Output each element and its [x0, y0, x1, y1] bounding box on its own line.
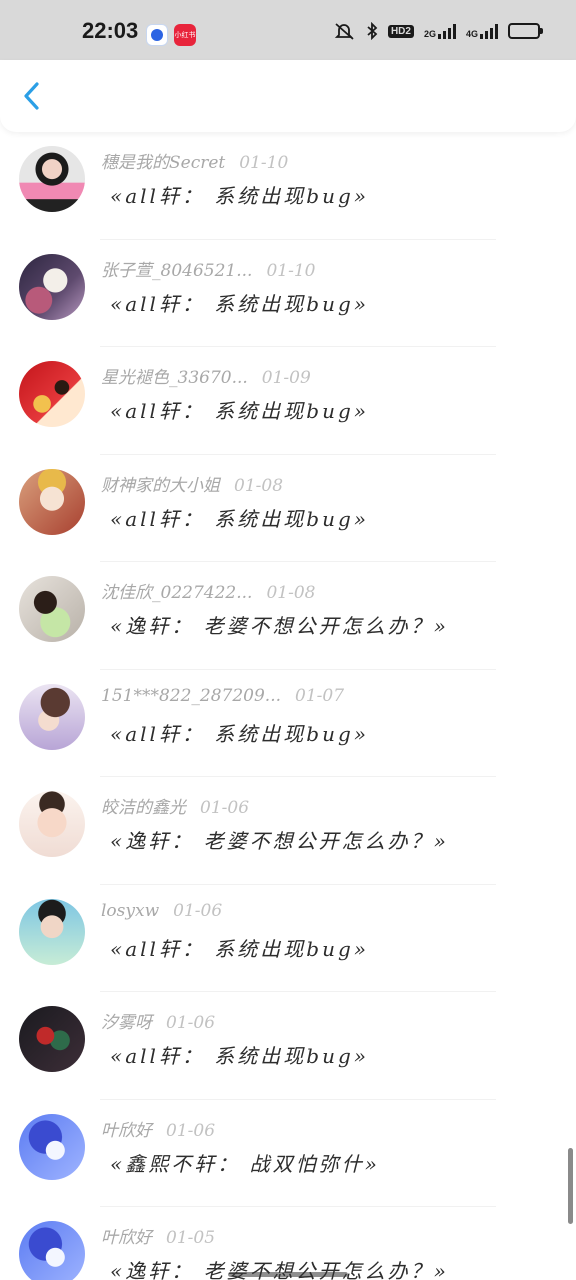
user-name[interactable]: 星光褪色_33670... — [101, 368, 248, 388]
user-avatar[interactable] — [19, 898, 85, 965]
user-name[interactable]: 叶欣好 — [101, 1121, 152, 1141]
network-4g-label: 4G — [465, 29, 478, 39]
user-name[interactable]: 穗是我的Secret — [101, 153, 225, 173]
comment-text[interactable]: «all轩： 系统出现bug» — [110, 503, 369, 532]
comment-item[interactable]: 叶欣好 01-06 «鑫熙不轩： 战双怕弥什» — [0, 1100, 576, 1207]
comment-meta: 151***822_287209... 01-07 — [101, 686, 344, 706]
user-avatar[interactable] — [19, 253, 85, 320]
user-avatar[interactable] — [19, 576, 85, 642]
comment-item[interactable]: 151***822_287209... 01-07 «all轩： 系统出现bug» — [0, 670, 576, 777]
user-avatar[interactable] — [19, 1221, 85, 1280]
comment-item[interactable]: 张子萱_8046521... 01-10 «all轩： 系统出现bug» — [0, 240, 576, 347]
comment-text[interactable]: «all轩： 系统出现bug» — [110, 180, 369, 209]
top-nav-bar — [0, 60, 576, 132]
comment-item[interactable]: 穗是我的Secret 01-10 «all轩： 系统出现bug» — [0, 132, 576, 240]
comment-date: 01-06 — [173, 900, 223, 921]
comment-item[interactable]: 星光褪色_33670... 01-09 «all轩： 系统出现bug» — [0, 347, 576, 455]
bluetooth-icon — [367, 22, 378, 40]
user-avatar[interactable] — [19, 1006, 85, 1072]
comment-date: 01-09 — [261, 368, 311, 388]
comment-item[interactable]: 汐雾呀 01-06 «all轩： 系统出现bug» — [0, 992, 576, 1100]
xiaohongshu-app-icon: 小红书 — [174, 24, 196, 46]
comment-date: 01-06 — [166, 1013, 216, 1033]
user-name[interactable]: 张子萱_8046521... — [101, 261, 252, 281]
comment-item[interactable]: 叶欣好 01-05 «逸轩： 老婆不想公开怎么办？» — [0, 1207, 576, 1280]
back-button[interactable] — [14, 78, 50, 114]
comment-date: 01-07 — [295, 685, 345, 706]
comment-meta: 汐雾呀 01-06 — [101, 1008, 215, 1033]
comment-text[interactable]: «all轩： 系统出现bug» — [110, 395, 369, 424]
comment-text[interactable]: «all轩： 系统出现bug» — [110, 718, 369, 747]
user-name[interactable]: 沈佳欣_0227422... — [101, 583, 252, 603]
user-name[interactable]: 皎洁的鑫光 — [101, 798, 186, 818]
user-avatar[interactable] — [19, 468, 85, 535]
chevron-left-icon — [24, 82, 39, 110]
user-name[interactable]: 汐雾呀 — [101, 1013, 152, 1033]
comment-text[interactable]: «all轩： 系统出现bug» — [110, 933, 369, 962]
status-time: 22:03 — [82, 18, 139, 43]
status-bar: 22:03 小红书 HD2 2G 4G — [0, 0, 576, 60]
baidu-app-icon — [146, 24, 168, 46]
comment-date: 01-10 — [266, 260, 316, 281]
comment-meta: 穗是我的Secret 01-10 — [101, 148, 288, 173]
hd-voice-badge: HD2 — [387, 24, 414, 38]
user-name[interactable]: 151***822_287209... — [101, 686, 281, 706]
comment-item[interactable]: losyxw 01-06 «all轩： 系统出现bug» — [0, 885, 576, 992]
signal-2g: 2G — [424, 23, 456, 39]
user-name[interactable]: losyxw — [101, 901, 159, 921]
user-avatar[interactable] — [19, 146, 85, 212]
user-avatar[interactable] — [19, 791, 85, 857]
network-2g-label: 2G — [423, 29, 436, 39]
status-icons: HD2 2G 4G — [334, 22, 543, 40]
signal-4g: 4G — [466, 23, 498, 39]
comment-meta: 张子萱_8046521... 01-10 — [101, 256, 315, 281]
comment-date: 01-10 — [239, 153, 289, 173]
user-name[interactable]: 财神家的大小姐 — [101, 476, 220, 496]
comment-meta: 沈佳欣_0227422... 01-08 — [101, 578, 315, 603]
comment-text[interactable]: «逸轩： 老婆不想公开怎么办？» — [110, 610, 449, 639]
comment-text[interactable]: «逸轩： 老婆不想公开怎么办？» — [110, 825, 449, 854]
comment-date: 01-08 — [266, 583, 316, 603]
comment-date: 01-05 — [166, 1228, 216, 1248]
comment-text[interactable]: «all轩： 系统出现bug» — [110, 1040, 369, 1069]
comment-date: 01-08 — [234, 475, 284, 496]
user-name[interactable]: 叶欣好 — [101, 1228, 152, 1248]
comment-meta: 叶欣好 01-05 — [101, 1223, 215, 1248]
comment-item[interactable]: 沈佳欣_0227422... 01-08 «逸轩： 老婆不想公开怎么办？» — [0, 562, 576, 670]
comment-meta: 财神家的大小姐 01-08 — [101, 471, 283, 496]
comment-date: 01-06 — [166, 1120, 216, 1141]
user-avatar[interactable] — [19, 1113, 85, 1180]
comment-meta: 叶欣好 01-06 — [101, 1116, 215, 1141]
battery-icon — [508, 23, 543, 39]
comment-date: 01-06 — [200, 798, 250, 818]
home-indicator[interactable] — [228, 1272, 348, 1277]
comment-meta: losyxw 01-06 — [101, 901, 222, 921]
scrollbar[interactable] — [568, 1148, 573, 1224]
comment-text[interactable]: «all轩： 系统出现bug» — [110, 288, 369, 317]
mute-bell-icon — [334, 23, 354, 40]
user-avatar[interactable] — [19, 361, 85, 427]
comment-item[interactable]: 皎洁的鑫光 01-06 «逸轩： 老婆不想公开怎么办？» — [0, 777, 576, 885]
signal-bars-icon — [480, 23, 498, 39]
user-avatar[interactable] — [19, 683, 85, 750]
comment-meta: 星光褪色_33670... 01-09 — [101, 363, 311, 388]
comment-meta: 皎洁的鑫光 01-06 — [101, 793, 249, 818]
comment-list: 穗是我的Secret 01-10 «all轩： 系统出现bug» 张子萱_804652… — [0, 132, 576, 1280]
comment-item[interactable]: 财神家的大小姐 01-08 «all轩： 系统出现bug» — [0, 455, 576, 562]
signal-bars-icon — [437, 23, 456, 39]
comment-text[interactable]: «鑫熙不轩： 战双怕弥什» — [110, 1148, 380, 1177]
